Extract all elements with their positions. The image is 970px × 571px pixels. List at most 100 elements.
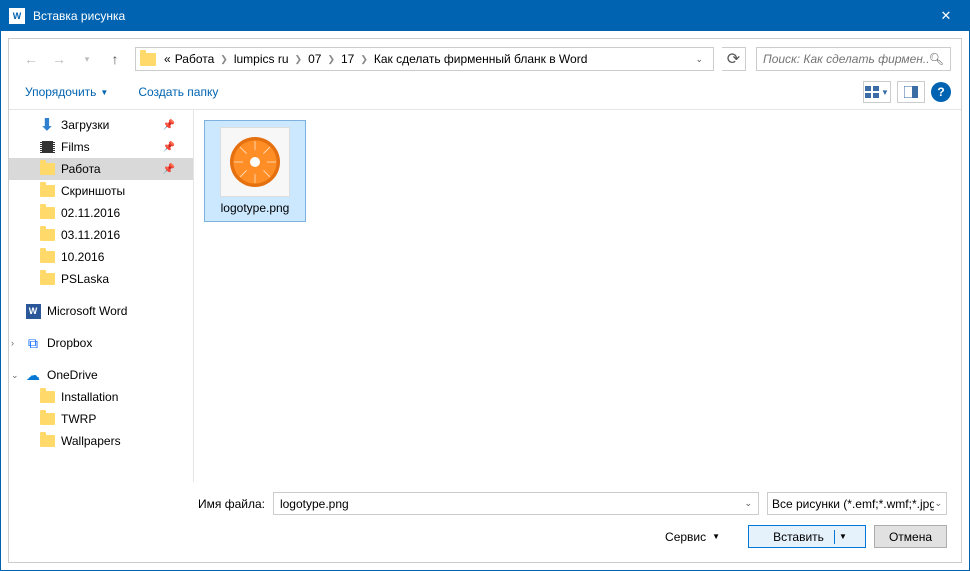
back-button[interactable]: ←	[19, 47, 43, 71]
main-area: ⬇ Загрузки 📌 Films 📌 Работа 📌 Скриншоты	[9, 110, 961, 482]
forward-button[interactable]: →	[47, 47, 71, 71]
titlebar: W Вставка рисунка ✕	[1, 1, 969, 31]
orange-slice-icon	[230, 137, 280, 187]
dialog-title: Вставка рисунка	[33, 9, 923, 23]
view-mode-button[interactable]: ▼	[863, 81, 891, 103]
toolbar: Упорядочить ▼ Создать папку ▼ ?	[9, 77, 961, 110]
sidebar-item-label: Скриншоты	[61, 184, 125, 198]
pin-icon: 📌	[163, 142, 175, 153]
sidebar-item-installation[interactable]: Installation	[9, 386, 193, 408]
sidebar-item-label: Работа	[61, 162, 101, 176]
sidebar-item-date1[interactable]: 02.11.2016	[9, 202, 193, 224]
sidebar-item-pslaska[interactable]: PSLaska	[9, 268, 193, 290]
word-icon: W	[25, 303, 41, 319]
sidebar-item-label: PSLaska	[61, 272, 109, 286]
file-item-selected[interactable]: logotype.png	[204, 120, 306, 222]
folder-icon	[39, 183, 55, 199]
breadcrumb-item[interactable]: lumpics ru	[232, 52, 291, 66]
filename-input[interactable]	[274, 493, 738, 514]
new-folder-button[interactable]: Создать папку	[132, 81, 224, 103]
dialog-content: ← → ▾ ↑ « Работа ❯ lumpics ru ❯ 07 ❯ 17 …	[8, 38, 962, 563]
breadcrumb-item[interactable]: Работа	[173, 52, 217, 66]
refresh-button[interactable]: ⟳	[722, 47, 746, 71]
filetype-select[interactable]: Все рисунки (*.emf;*.wmf;*.jpg ⌄	[767, 492, 947, 515]
folder-icon	[39, 271, 55, 287]
sidebar-item-label: 02.11.2016	[61, 206, 120, 220]
sidebar-item-label: Films	[61, 140, 90, 154]
close-button[interactable]: ✕	[923, 1, 969, 31]
folder-icon	[140, 53, 156, 66]
folder-icon	[39, 227, 55, 243]
search-box: 🔍︎	[756, 47, 951, 71]
chevron-right-icon[interactable]: ❯	[216, 54, 232, 65]
folder-icon	[39, 389, 55, 405]
sidebar-item-onedrive[interactable]: ⌄ ☁ OneDrive	[9, 364, 193, 386]
sidebar-item-screenshots[interactable]: Скриншоты	[9, 180, 193, 202]
sidebar-item-films[interactable]: Films 📌	[9, 136, 193, 158]
preview-pane-button[interactable]	[897, 81, 925, 103]
sidebar-item-downloads[interactable]: ⬇ Загрузки 📌	[9, 114, 193, 136]
address-bar: ← → ▾ ↑ « Работа ❯ lumpics ru ❯ 07 ❯ 17 …	[9, 39, 961, 77]
sidebar-item-date3[interactable]: 10.2016	[9, 246, 193, 268]
chevron-right-icon[interactable]: ❯	[356, 54, 372, 65]
chevron-down-icon: ⌄	[934, 498, 942, 509]
sidebar-item-label: Installation	[61, 390, 118, 404]
chevron-down-icon: ▼	[881, 88, 889, 97]
folder-icon	[39, 433, 55, 449]
chevron-down-icon[interactable]: ⌄	[738, 498, 758, 509]
sidebar-item-label: OneDrive	[47, 368, 98, 382]
breadcrumb-item[interactable]: 07	[306, 52, 323, 66]
newfolder-label: Создать папку	[138, 85, 218, 99]
button-row: Сервис ▼ Вставить ▼ Отмена	[23, 525, 947, 548]
pin-icon: 📌	[163, 164, 175, 175]
search-icon[interactable]: 🔍︎	[929, 52, 944, 66]
recent-dropdown[interactable]: ▾	[75, 47, 99, 71]
up-button[interactable]: ↑	[103, 47, 127, 71]
chevron-right-icon[interactable]: ❯	[291, 54, 307, 65]
insert-picture-dialog: W Вставка рисунка ✕ ← → ▾ ↑ « Работа ❯ l…	[0, 0, 970, 571]
breadcrumb-bar[interactable]: « Работа ❯ lumpics ru ❯ 07 ❯ 17 ❯ Как сд…	[135, 47, 714, 71]
cancel-label: Отмена	[889, 530, 932, 544]
chevron-down-icon: ▼	[712, 532, 720, 541]
sidebar-item-date2[interactable]: 03.11.2016	[9, 224, 193, 246]
chevron-right-icon[interactable]: ›	[11, 338, 14, 348]
filename-row: Имя файла: ⌄ Все рисунки (*.emf;*.wmf;*.…	[23, 492, 947, 515]
pin-icon: 📌	[163, 120, 175, 131]
filetype-label: Все рисунки (*.emf;*.wmf;*.jpg	[772, 497, 934, 511]
sidebar-item-msword[interactable]: W Microsoft Word	[9, 300, 193, 322]
film-icon	[39, 139, 55, 155]
breadcrumb-item[interactable]: 17	[339, 52, 356, 66]
sidebar-item-label: TWRP	[61, 412, 96, 426]
downloads-icon: ⬇	[39, 117, 55, 133]
folder-icon	[39, 249, 55, 265]
organize-button[interactable]: Упорядочить ▼	[19, 81, 114, 103]
chevron-down-icon[interactable]: ⌄	[11, 370, 19, 381]
chevron-right-icon[interactable]: ❯	[323, 54, 339, 65]
sidebar-item-label: Dropbox	[47, 336, 92, 350]
chevron-down-icon[interactable]: ⌄	[689, 54, 709, 65]
sidebar-item-rabota[interactable]: Работа 📌	[9, 158, 193, 180]
sidebar-item-dropbox[interactable]: › ⧉ Dropbox	[9, 332, 193, 354]
insert-button[interactable]: Вставить ▼	[748, 525, 866, 548]
tools-button[interactable]: Сервис ▼	[665, 530, 720, 544]
sidebar-item-twrp[interactable]: TWRP	[9, 408, 193, 430]
breadcrumb-prefix[interactable]: «	[162, 52, 173, 66]
search-input[interactable]	[763, 52, 929, 66]
chevron-down-icon: ▼	[100, 88, 108, 97]
insert-label: Вставить	[763, 530, 835, 544]
tools-label: Сервис	[665, 530, 706, 544]
sidebar-item-wallpapers[interactable]: Wallpapers	[9, 430, 193, 452]
sidebar-item-label: 03.11.2016	[61, 228, 120, 242]
cancel-button[interactable]: Отмена	[874, 525, 947, 548]
sidebar-item-label: Microsoft Word	[47, 304, 127, 318]
sidebar-item-label: Загрузки	[61, 118, 109, 132]
file-thumbnail	[220, 127, 290, 197]
organize-label: Упорядочить	[25, 85, 96, 99]
onedrive-icon: ☁	[25, 367, 41, 383]
file-view-area[interactable]: logotype.png	[194, 110, 961, 482]
folder-icon	[39, 411, 55, 427]
help-button[interactable]: ?	[931, 82, 951, 102]
bottom-panel: Имя файла: ⌄ Все рисунки (*.emf;*.wmf;*.…	[9, 482, 961, 562]
insert-dropdown-arrow[interactable]: ▼	[835, 532, 851, 541]
breadcrumb-item[interactable]: Как сделать фирменный бланк в Word	[372, 52, 590, 66]
